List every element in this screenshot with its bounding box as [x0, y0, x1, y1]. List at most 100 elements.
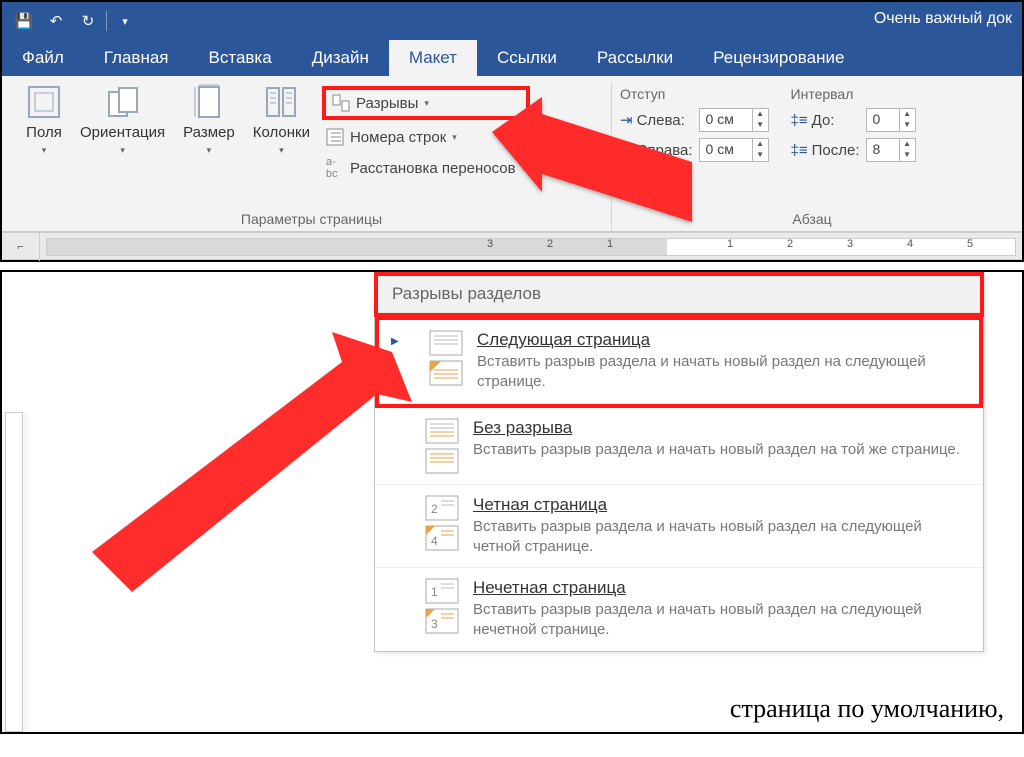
indent-right-label: Справа: — [637, 142, 693, 159]
page-setup-group-label: Параметры страницы — [20, 207, 603, 229]
page-icon: 2 — [425, 495, 459, 521]
tab-references[interactable]: Ссылки — [477, 40, 577, 76]
menu-item-next-page[interactable]: Следующая страница Вставить разрыв разде… — [379, 320, 979, 404]
hyphenation-label: Расстановка переносов — [350, 160, 516, 177]
menu-item-even-page[interactable]: 2 4 Четная страница Вставить разрыв разд… — [375, 485, 983, 569]
dropdown-icon: ▾ — [424, 98, 429, 109]
margins-label: Поля — [26, 124, 62, 141]
indent-left-label: Слева: — [637, 112, 685, 129]
indent-right-value: 0 см — [700, 139, 752, 161]
spacing-after-input[interactable]: 8▲▼ — [866, 138, 916, 162]
ruler-tick: 4 — [907, 238, 913, 250]
hyphenation-button[interactable]: a-bc Расстановка переносов ▾ — [322, 154, 530, 182]
dropdown-icon: ▾ — [279, 145, 284, 156]
paragraph-group-label: Абзац — [620, 207, 1004, 229]
document-title: Очень важный док — [874, 10, 1012, 28]
page-icon — [425, 418, 459, 444]
ruler-area: ⌐ 3 2 1 1 2 3 4 5 — [2, 232, 1022, 260]
undo-icon[interactable]: ↶ — [42, 7, 70, 35]
size-button[interactable]: Размер ▾ — [177, 82, 241, 158]
group-paragraph: Отступ Интервал ⇥ Слева: 0 см▲▼ ‡≡ До: 0… — [612, 82, 1012, 231]
page-icon — [425, 448, 459, 474]
annotation-arrow-2 — [72, 322, 412, 602]
ribbon: Поля ▾ Ориентация ▾ Размер ▾ Колонки ▾ — [2, 76, 1022, 232]
ribbon-tabs: Файл Главная Вставка Дизайн Макет Ссылки… — [2, 40, 1022, 76]
save-icon[interactable]: 💾 — [10, 7, 38, 35]
margins-button[interactable]: Поля ▾ — [20, 82, 68, 158]
menu-item-description: Вставить разрыв раздела и начать новый р… — [473, 517, 969, 558]
breaks-button[interactable]: Разрывы ▾ — [328, 92, 524, 114]
document-area: Разрывы разделов Следующая страница Вста… — [0, 270, 1024, 734]
ruler-tick: 1 — [607, 238, 613, 250]
indent-right-input[interactable]: 0 см▲▼ — [699, 138, 769, 162]
spinner-arrows[interactable]: ▲▼ — [752, 139, 768, 161]
page-icon: 1 — [425, 578, 459, 604]
columns-icon — [263, 84, 299, 120]
spacing-before-icon: ‡≡ — [791, 112, 808, 129]
margins-icon — [26, 84, 62, 120]
group-page-setup: Поля ▾ Ориентация ▾ Размер ▾ Колонки ▾ — [12, 82, 612, 231]
qat-separator — [106, 11, 107, 31]
spinner-arrows[interactable]: ▲▼ — [899, 139, 915, 161]
page-icon — [429, 360, 463, 386]
spacing-after-icon: ‡≡ — [791, 142, 808, 159]
tab-insert[interactable]: Вставка — [189, 40, 292, 76]
indent-left-icon: ⇥ — [620, 111, 633, 129]
page-icon: 4 — [425, 525, 459, 551]
spinner-arrows[interactable]: ▲▼ — [899, 109, 915, 131]
columns-button[interactable]: Колонки ▾ — [247, 82, 316, 158]
size-icon — [191, 84, 227, 120]
document-visible-text: страница по умолчанию, — [730, 694, 1004, 724]
menu-item-odd-page[interactable]: 1 3 Нечетная страница Вставить разрыв ра… — [375, 568, 983, 651]
dropdown-icon: ▾ — [42, 145, 47, 156]
menu-item-continuous[interactable]: Без разрыва Вставить разрыв раздела и на… — [375, 408, 983, 485]
quick-access-toolbar: 💾 ↶ ↻ ▾ — [10, 7, 139, 35]
vertical-ruler[interactable] — [2, 412, 28, 732]
orientation-icon — [105, 84, 141, 120]
spacing-after-value: 8 — [867, 139, 899, 161]
spinner-arrows[interactable]: ▲▼ — [752, 109, 768, 131]
svg-text:1: 1 — [431, 585, 438, 599]
breaks-label: Разрывы — [356, 95, 418, 112]
spacing-before-input[interactable]: 0▲▼ — [866, 108, 916, 132]
menu-item-description: Вставить разрыв раздела и начать новый р… — [473, 440, 960, 460]
spacing-after-label: После: — [812, 142, 860, 159]
tab-file[interactable]: Файл — [2, 40, 84, 76]
spacing-before-value: 0 — [867, 109, 899, 131]
horizontal-ruler[interactable]: 3 2 1 1 2 3 4 5 — [46, 238, 1016, 256]
menu-item-title: Четная страница — [473, 495, 969, 515]
page-setup-small-buttons: Разрывы ▾ Номера строк ▾ a-bc Расстановк… — [322, 82, 530, 182]
ruler-tick: 5 — [967, 238, 973, 250]
menu-item-title: Без разрыва — [473, 418, 960, 438]
breaks-dropdown-menu: Разрывы разделов Следующая страница Вста… — [374, 272, 984, 652]
redo-icon[interactable]: ↻ — [74, 7, 102, 35]
dropdown-icon: ▾ — [207, 145, 212, 156]
tab-layout[interactable]: Макет — [389, 40, 477, 76]
orientation-button[interactable]: Ориентация ▾ — [74, 82, 171, 158]
tab-design[interactable]: Дизайн — [292, 40, 389, 76]
tab-mailings[interactable]: Рассылки — [577, 40, 693, 76]
tab-home[interactable]: Главная — [84, 40, 189, 76]
tab-review[interactable]: Рецензирование — [693, 40, 864, 76]
breaks-icon — [332, 94, 350, 112]
menu-item-icons — [429, 330, 463, 393]
dropdown-icon: ▾ — [522, 163, 527, 174]
line-numbers-button[interactable]: Номера строк ▾ — [322, 126, 530, 148]
size-label: Размер — [183, 124, 235, 141]
line-numbers-label: Номера строк — [350, 129, 446, 146]
dropdown-icon: ▾ — [452, 132, 457, 143]
ruler-tick: 2 — [547, 238, 553, 250]
ruler-tick: 1 — [727, 238, 733, 250]
svg-text:4: 4 — [431, 534, 438, 548]
menu-section-header: Разрывы разделов — [378, 276, 980, 313]
spacing-before-label: До: — [812, 112, 835, 129]
orientation-label: Ориентация — [80, 124, 165, 141]
breaks-highlight: Разрывы ▾ — [322, 86, 530, 120]
svg-text:3: 3 — [431, 617, 438, 631]
ruler-corner[interactable]: ⌐ — [2, 233, 40, 261]
spacing-header: Интервал — [775, 86, 860, 102]
customize-qat-icon[interactable]: ▾ — [111, 7, 139, 35]
menu-item-title: Нечетная страница — [473, 578, 969, 598]
indent-left-input[interactable]: 0 см▲▼ — [699, 108, 769, 132]
menu-item-title: Следующая страница — [477, 330, 965, 350]
